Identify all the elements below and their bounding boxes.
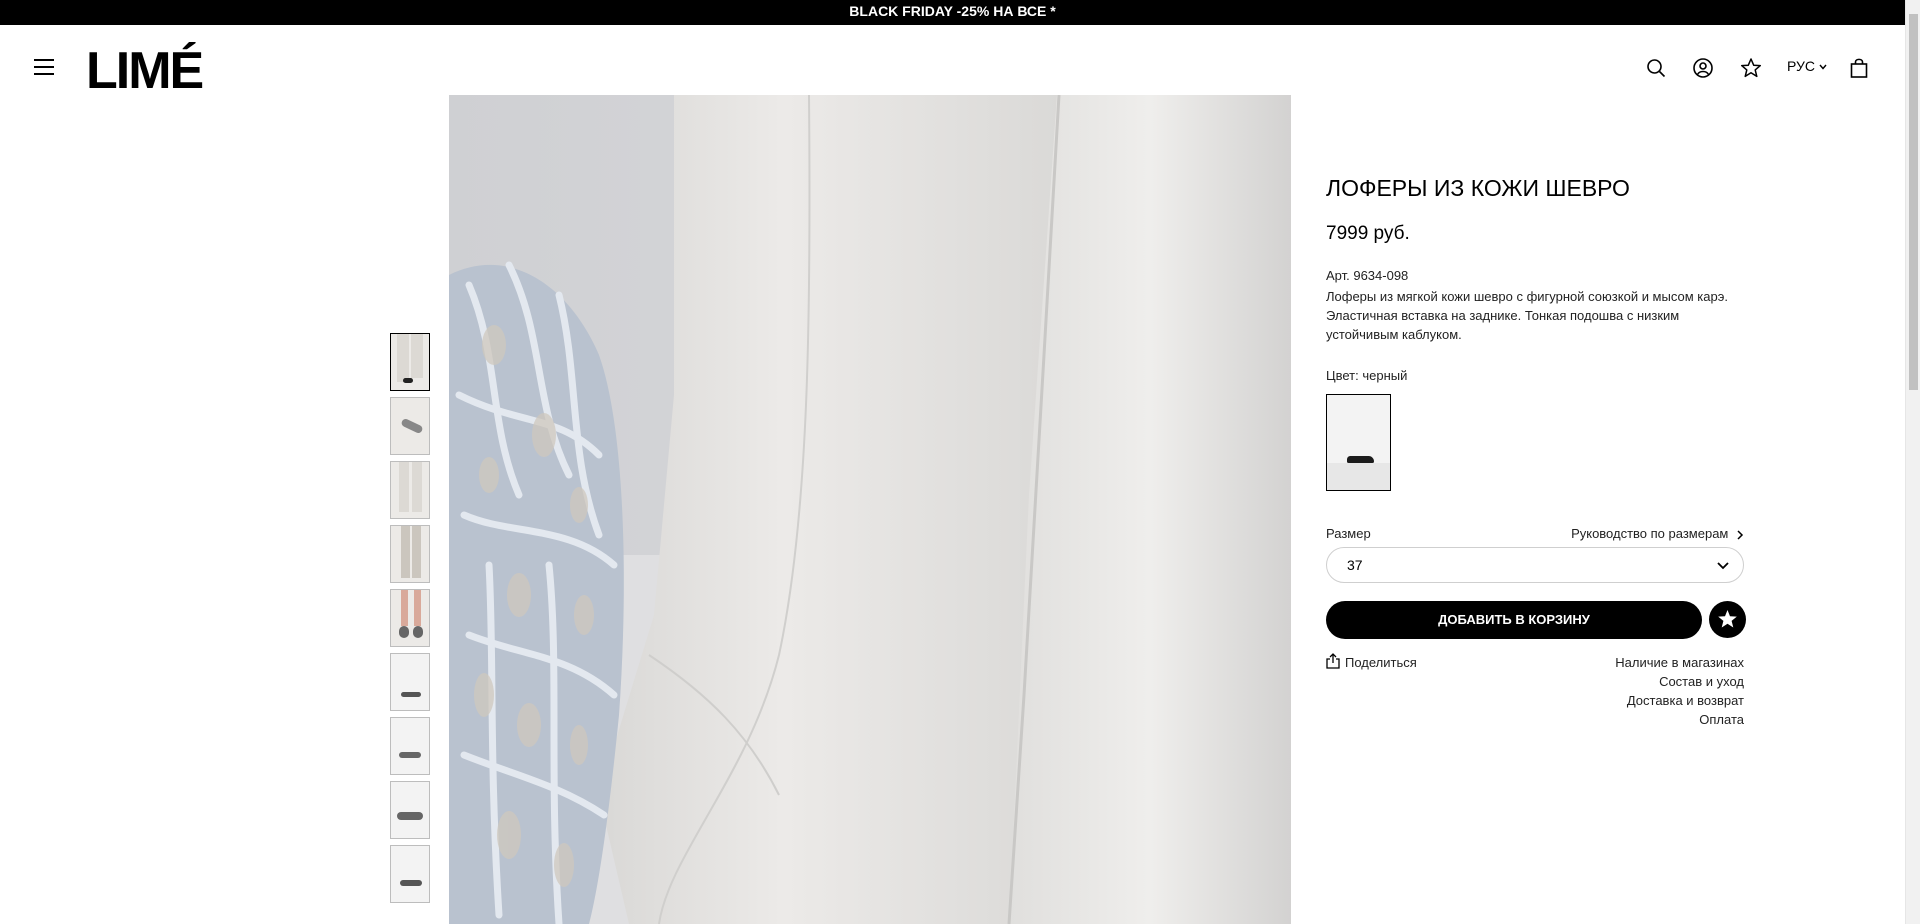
- add-to-cart-button[interactable]: ДОБАВИТЬ В КОРЗИНУ: [1326, 601, 1702, 639]
- payment-link[interactable]: Оплата: [1615, 710, 1744, 729]
- site-logo[interactable]: LIMÉ: [86, 45, 204, 97]
- promo-banner[interactable]: BLACK FRIDAY -25% НА ВСЕ *: [0, 0, 1905, 25]
- page-scrollbar[interactable]: [1905, 0, 1920, 924]
- main-product-image[interactable]: [449, 95, 1291, 924]
- product-article: Арт. 9634-098: [1326, 268, 1409, 283]
- share-label: Поделиться: [1345, 655, 1417, 670]
- search-icon[interactable]: [1645, 57, 1667, 79]
- thumbnail-image[interactable]: [390, 461, 430, 519]
- thumbnail-image[interactable]: [390, 653, 430, 711]
- thumbnail-image[interactable]: [390, 845, 430, 903]
- language-switcher[interactable]: РУС: [1787, 58, 1827, 74]
- cart-bag-icon[interactable]: [1848, 57, 1870, 79]
- product-info-links: Наличие в магазинах Состав и уход Достав…: [1615, 653, 1744, 729]
- selected-size: 37: [1347, 557, 1363, 573]
- thumbnail-image[interactable]: [390, 525, 430, 583]
- scrollbar-thumb[interactable]: [1909, 14, 1918, 390]
- site-header: LIMÉ РУС: [0, 25, 1905, 97]
- product-photo: [449, 95, 1291, 924]
- favorites-star-icon[interactable]: [1740, 57, 1762, 79]
- size-dropdown[interactable]: 37: [1326, 547, 1744, 583]
- color-label: Цвет: черный: [1326, 368, 1408, 383]
- chevron-down-icon: [1717, 562, 1729, 570]
- chevron-right-icon: [1737, 530, 1744, 540]
- thumbnail-image[interactable]: [390, 589, 430, 647]
- thumbnail-image[interactable]: [390, 781, 430, 839]
- chevron-down-icon: [1819, 64, 1827, 70]
- thumbnail-image[interactable]: [390, 333, 430, 391]
- product-title: ЛОФЕРЫ ИЗ КОЖИ ШЕВРО: [1326, 175, 1630, 201]
- thumbnail-image[interactable]: [390, 717, 430, 775]
- account-icon[interactable]: [1692, 57, 1714, 79]
- promo-text[interactable]: BLACK FRIDAY -25% НА ВСЕ *: [849, 3, 1055, 19]
- thumbnail-gallery: [390, 333, 430, 909]
- add-to-favorites-button[interactable]: [1709, 601, 1746, 638]
- size-label: Размер: [1326, 526, 1371, 541]
- language-label: РУС: [1787, 58, 1816, 74]
- size-guide-link[interactable]: Руководство по размерам: [1571, 526, 1744, 541]
- share-button[interactable]: Поделиться: [1326, 653, 1417, 670]
- delivery-returns-link[interactable]: Доставка и возврат: [1615, 691, 1744, 710]
- composition-care-link[interactable]: Состав и уход: [1615, 672, 1744, 691]
- product-description: Лоферы из мягкой кожи шевро с фигурной с…: [1326, 289, 1728, 342]
- color-swatch-black[interactable]: [1326, 394, 1391, 491]
- share-icon: [1326, 653, 1340, 669]
- store-availability-link[interactable]: Наличие в магазинах: [1615, 653, 1744, 672]
- product-price: 7999 руб.: [1326, 223, 1410, 244]
- menu-icon[interactable]: [34, 59, 54, 75]
- thumbnail-image[interactable]: [390, 397, 430, 455]
- size-guide-label: Руководство по размерам: [1571, 526, 1729, 541]
- star-icon: [1718, 610, 1737, 628]
